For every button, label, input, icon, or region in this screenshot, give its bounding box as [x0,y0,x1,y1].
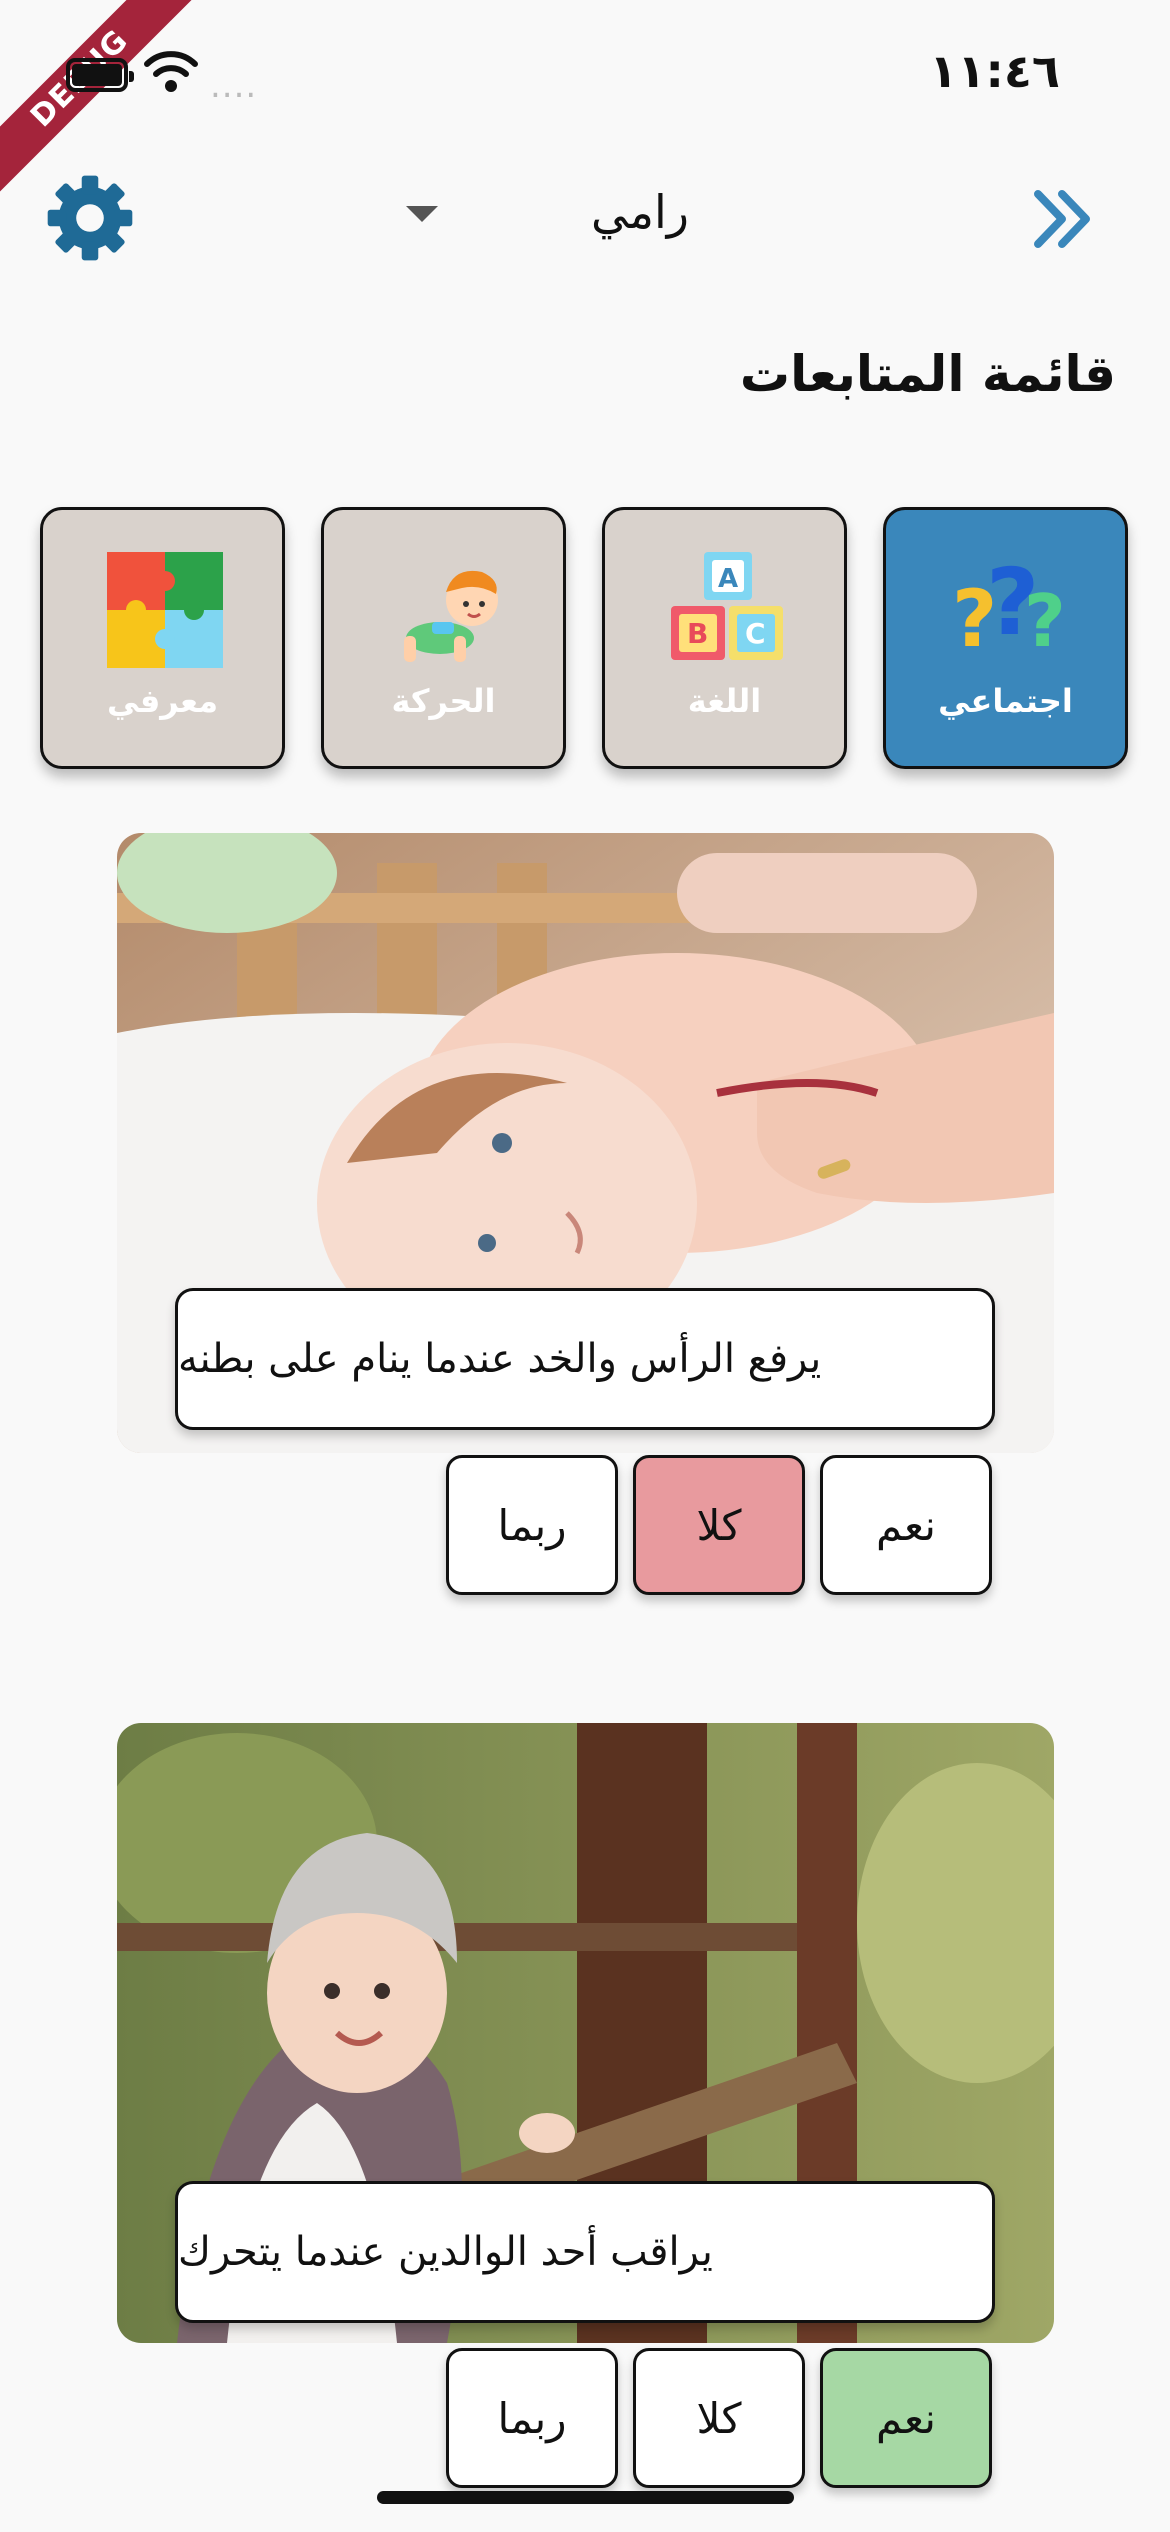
wifi-icon [144,51,198,92]
crawling-baby-icon [404,570,498,662]
category-label: معرفي [106,682,219,720]
svg-text:C: C [745,617,766,650]
category-card-motor[interactable]: الحركة [321,507,566,769]
svg-text:A: A [718,564,738,594]
category-card-cognitive[interactable]: معرفي [40,507,285,769]
double-chevron-forward-icon[interactable] [1030,186,1096,252]
answer-maybe-button[interactable]: ربما [446,2348,618,2488]
answer-maybe-button[interactable]: ربما [446,1455,618,1595]
child-selector[interactable]: رامي [540,185,740,239]
category-label: الحركة [391,682,496,720]
question-marks-icon: ? ? ? [952,549,1066,665]
settings-gear-icon[interactable] [44,172,136,264]
home-indicator[interactable] [377,2491,794,2504]
page-title: قائمة المتابعات [739,345,1116,403]
child-dropdown-arrow-icon[interactable] [406,206,438,222]
question-text-box: يراقب أحد الوالدين عندما يتحرك [175,2181,995,2323]
question-text-box: يرفع الرأس والخد عندما ينام على بطنه [175,1288,995,1430]
debug-ribbon: DEBUG [0,0,196,195]
svg-text:B: B [687,617,708,650]
answer-no-button[interactable]: كلا [633,2348,805,2488]
answer-no-button[interactable]: كلا [633,1455,805,1595]
category-label: اجتماعي [938,682,1073,720]
svg-text:?: ? [1024,579,1066,663]
status-bar: DEBUG .... ١١:٤٦ [0,0,1170,195]
answer-yes-button[interactable]: نعم [820,1455,992,1595]
cellular-signal-icon: .... [210,66,258,106]
status-time: ١١:٤٦ [929,44,1060,98]
category-label: اللغة [687,682,762,720]
answer-yes-button[interactable]: نعم [820,2348,992,2488]
category-card-social[interactable]: ? ? ? اجتماعي [883,507,1128,769]
category-card-language[interactable]: A B C اللغة [602,507,847,769]
battery-icon [66,58,134,92]
puzzle-icon [107,552,223,668]
abc-blocks-icon: A B C [671,552,783,660]
